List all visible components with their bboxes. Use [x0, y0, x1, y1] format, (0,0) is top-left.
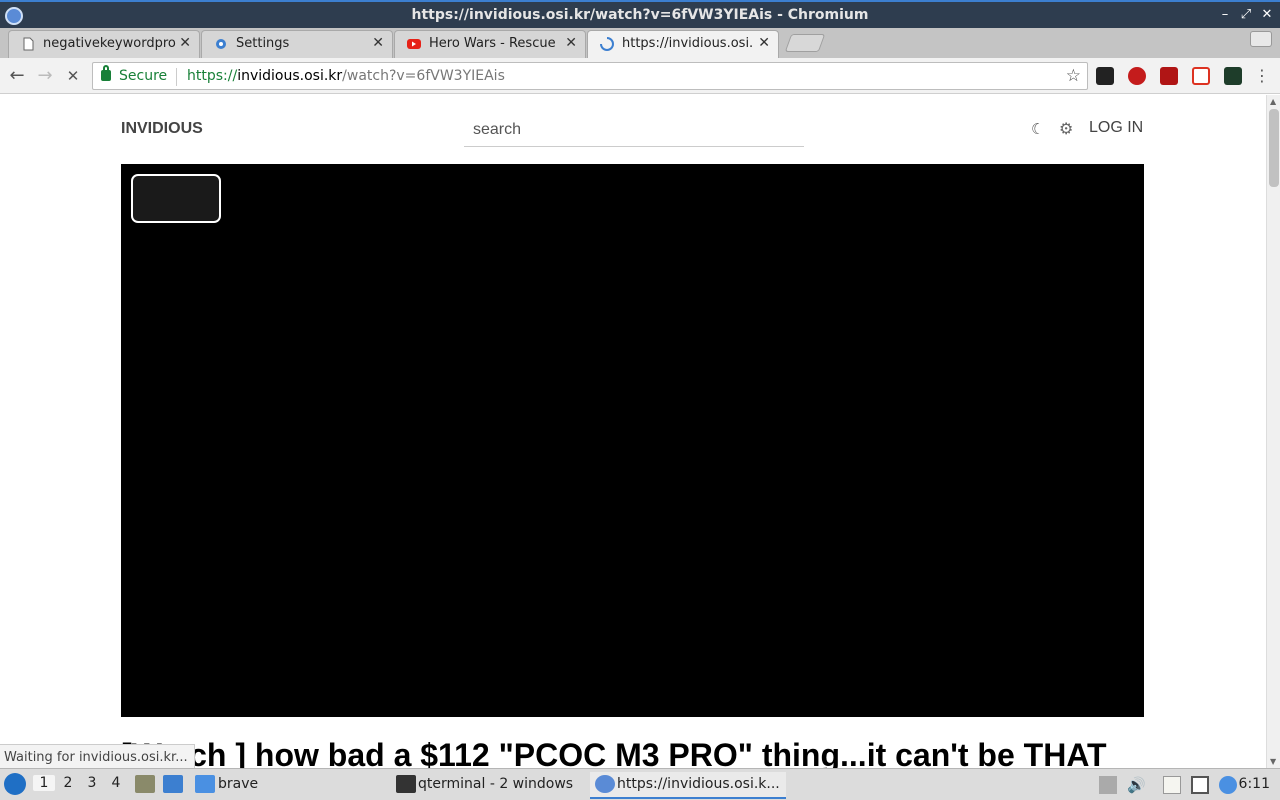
big-play-button[interactable]	[131, 174, 221, 223]
close-tab-icon[interactable]: ✕	[372, 35, 384, 51]
extension-icon-4[interactable]	[1192, 67, 1210, 85]
search-input[interactable]	[464, 113, 804, 147]
ublock-icon[interactable]	[1160, 67, 1178, 85]
page-scrollbar[interactable]: ▲ ▼	[1266, 95, 1280, 768]
youtube-icon	[407, 39, 421, 49]
window-title: https://invidious.osi.kr/watch?v=6fVW3YI…	[411, 7, 869, 23]
url-text[interactable]: https://invidious.osi.kr/watch?v=6fVW3YI…	[187, 68, 505, 84]
desktop-3[interactable]: 3	[81, 775, 103, 791]
tab-settings[interactable]: Settings ✕	[201, 30, 393, 58]
tab-label: Settings	[236, 36, 290, 51]
maximize-button[interactable]: ⤢	[1237, 7, 1255, 22]
tab-hero-wars[interactable]: Hero Wars - Rescue ✕	[394, 30, 586, 58]
task-qterminal[interactable]: qterminal - 2 windows	[392, 772, 582, 799]
desktop-2[interactable]: 2	[57, 775, 79, 791]
desktop-4[interactable]: 4	[105, 775, 127, 791]
window-titlebar: https://invidious.osi.kr/watch?v=6fVW3YI…	[0, 0, 1280, 28]
taskbar: 1 2 3 4 brave qterminal - 2 windows http…	[0, 768, 1280, 800]
video-player[interactable]	[121, 164, 1144, 717]
close-tab-icon[interactable]: ✕	[758, 35, 770, 51]
back-button[interactable]: ←	[5, 64, 29, 88]
video-title: [Watch ] how bad a $112 "PCOC M3 PRO" th…	[121, 737, 1107, 768]
close-window-button[interactable]: ✕	[1258, 7, 1276, 22]
folder-icon[interactable]	[195, 775, 215, 793]
extension-icon-5[interactable]	[1224, 67, 1242, 85]
clipboard-icon[interactable]	[1163, 776, 1181, 794]
bookmark-star-icon[interactable]: ☆	[1066, 66, 1081, 86]
browser-toolbar: ← → ✕ Secure https://invidious.osi.kr/wa…	[0, 58, 1280, 94]
login-link[interactable]: LOG IN	[1089, 119, 1143, 137]
forward-button[interactable]: →	[33, 64, 57, 88]
tab-label: negativekeywordpro	[43, 36, 176, 51]
gear-icon	[216, 39, 226, 49]
chromium-icon	[595, 775, 615, 793]
task-chromium[interactable]: https://invidious.osi.k...	[590, 772, 786, 799]
status-bubble: Waiting for invidious.osi.kr...	[0, 744, 195, 768]
loading-icon	[600, 37, 614, 51]
site-logo[interactable]: INVIDIOUS	[121, 120, 203, 138]
document-icon	[23, 37, 34, 51]
extension-icon-2[interactable]	[1128, 67, 1146, 85]
tab-invidious[interactable]: https://invidious.osi. ✕	[587, 30, 779, 58]
tab-label: Hero Wars - Rescue	[429, 36, 556, 51]
menu-icon[interactable]: ⋮	[1250, 64, 1274, 88]
tab-label: https://invidious.osi.	[622, 36, 754, 51]
update-icon[interactable]	[1219, 776, 1237, 794]
new-tab-button[interactable]	[784, 34, 826, 52]
preferences-icon[interactable]: ⚙	[1059, 119, 1073, 138]
scroll-up-icon[interactable]: ▲	[1270, 97, 1276, 106]
show-desktop-icon[interactable]	[163, 775, 183, 793]
lock-icon	[101, 65, 111, 81]
web-page: INVIDIOUS ☾ ⚙ LOG IN [Watch ] how bad a …	[0, 95, 1266, 768]
launcher-brave[interactable]: brave	[218, 776, 258, 792]
address-bar[interactable]: Secure https://invidious.osi.kr/watch?v=…	[92, 62, 1088, 90]
dark-mode-icon[interactable]: ☾	[1031, 120, 1044, 138]
start-menu-icon[interactable]	[4, 773, 26, 795]
close-tab-icon[interactable]: ✕	[565, 35, 577, 51]
minimize-button[interactable]: –	[1216, 7, 1234, 22]
divider	[176, 68, 177, 86]
network-icon[interactable]	[1191, 776, 1209, 794]
tray-icon-1[interactable]	[1099, 776, 1117, 794]
tab-negativekeyword[interactable]: negativekeywordpro ✕	[8, 30, 200, 58]
clock[interactable]: 6:11	[1239, 776, 1270, 792]
extension-icon-1[interactable]	[1096, 67, 1114, 85]
close-tab-icon[interactable]: ✕	[179, 35, 191, 51]
scrollbar-thumb[interactable]	[1269, 109, 1279, 187]
desktop-1[interactable]: 1	[33, 775, 55, 791]
scroll-down-icon[interactable]: ▼	[1270, 757, 1276, 766]
profile-button[interactable]	[1250, 31, 1272, 47]
file-manager-icon[interactable]	[135, 775, 155, 793]
tab-strip: negativekeywordpro ✕ Settings ✕ Hero War…	[0, 28, 1280, 58]
stop-button[interactable]: ✕	[61, 64, 85, 88]
secure-label: Secure	[119, 68, 168, 84]
volume-icon[interactable]: 🔊	[1127, 776, 1146, 794]
terminal-icon	[396, 775, 416, 793]
